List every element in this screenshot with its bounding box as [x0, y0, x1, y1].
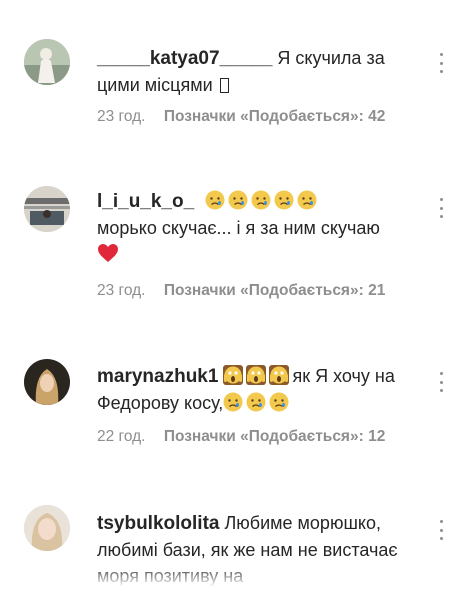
sad-face-icon — [223, 392, 243, 412]
crying-face-icon — [251, 190, 271, 210]
crying-face-icon — [205, 190, 225, 210]
username[interactable]: tsybulkololita — [97, 513, 219, 534]
crying-face-icon — [297, 190, 317, 210]
red-heart-icon — [98, 244, 118, 262]
avatar[interactable] — [24, 505, 70, 551]
sad-face-icon — [269, 392, 289, 412]
comment-body: _____katya07_____ Я скучила за цими місц… — [97, 45, 427, 98]
avatar[interactable] — [24, 359, 70, 405]
avatar-photo-icon — [24, 359, 70, 405]
avatar-photo-icon — [24, 505, 70, 551]
more-options-icon[interactable] — [440, 53, 444, 73]
more-options-icon[interactable] — [440, 520, 444, 540]
missing-emoji-icon — [219, 78, 229, 93]
timestamp: 23 год. — [97, 282, 146, 299]
username[interactable]: l_i_u_k_o_ — [97, 191, 194, 212]
crying-face-icon — [274, 190, 294, 210]
comment-body: l_i_u_k_o_ морько скучає... і я за ним с… — [97, 188, 427, 267]
screaming-face-icon — [223, 365, 244, 385]
username[interactable]: _____katya07_____ — [97, 48, 272, 69]
comment-text: морько скучає... і я за ним скучаю — [97, 218, 380, 238]
crying-face-icon — [228, 190, 248, 210]
timestamp: 22 год. — [97, 428, 146, 445]
likes-count[interactable]: Позначки «Подобається»: 42 — [164, 108, 386, 125]
avatar[interactable] — [24, 186, 70, 232]
username[interactable]: marynazhuk1 — [97, 366, 218, 387]
comment-body: marynazhuk1 як Я хочу на Федорову косу, — [97, 363, 427, 416]
scroll-fade — [0, 565, 450, 587]
comment-meta: 22 год. Позначки «Подобається»: 12 — [97, 428, 385, 446]
comment-meta: 23 год. Позначки «Подобається»: 42 — [97, 108, 385, 126]
avatar-photo-icon — [24, 39, 70, 85]
screaming-face-icon — [269, 365, 290, 385]
avatar-photo-icon — [24, 186, 70, 232]
likes-count[interactable]: Позначки «Подобається»: 21 — [164, 282, 386, 299]
comment-meta: 23 год. Позначки «Подобається»: 21 — [97, 282, 385, 300]
more-options-icon[interactable] — [440, 372, 444, 392]
likes-count[interactable]: Позначки «Подобається»: 12 — [164, 428, 386, 445]
screaming-face-icon — [246, 365, 267, 385]
avatar[interactable] — [24, 39, 70, 85]
more-options-icon[interactable] — [440, 198, 444, 218]
sad-face-icon — [246, 392, 266, 412]
timestamp: 23 год. — [97, 108, 146, 125]
